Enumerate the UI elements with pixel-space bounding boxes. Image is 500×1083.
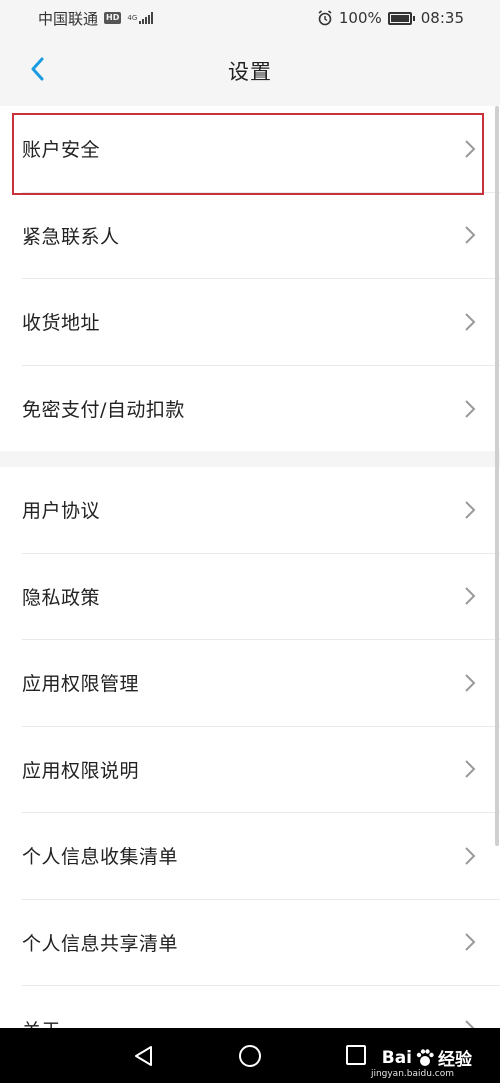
settings-item-user-agreement[interactable]: 用户协议 <box>22 467 500 554</box>
watermark-brand-cn: 经验 <box>438 1050 472 1070</box>
status-bar: 中国联通 HD 4G 100% 08:35 <box>0 0 500 36</box>
settings-item-label: 账户安全 <box>22 139 101 162</box>
alarm-icon <box>318 10 332 26</box>
settings-item-label: 隐私政策 <box>22 586 101 609</box>
chevron-right-icon <box>465 140 476 158</box>
chevron-right-icon <box>465 1020 475 1028</box>
settings-item-label: 免密支付/自动扣款 <box>22 399 185 422</box>
settings-list[interactable]: 账户安全 紧急联系人 收货地址 免密支付/自动扣款 用户协议 隐私政策 应用权限… <box>0 106 500 1028</box>
settings-item-auto-payment[interactable]: 免密支付/自动扣款 <box>22 366 500 453</box>
paw-icon <box>416 1048 434 1066</box>
nav-back-icon[interactable] <box>132 1044 154 1068</box>
header: 设置 <box>0 36 500 106</box>
settings-item-account-security[interactable]: 账户安全 <box>22 106 500 193</box>
settings-group-account: 账户安全 紧急联系人 收货地址 免密支付/自动扣款 <box>0 106 500 451</box>
settings-item-permission-explanation[interactable]: 应用权限说明 <box>22 727 500 813</box>
settings-item-label: 用户协议 <box>22 500 101 523</box>
nav-home-icon[interactable] <box>238 1044 262 1068</box>
status-right: 100% 08:35 <box>317 9 464 27</box>
settings-item-emergency-contact[interactable]: 紧急联系人 <box>22 193 500 279</box>
watermark-logo: Bai 经验 <box>381 1045 472 1071</box>
settings-group-legal: 用户协议 隐私政策 应用权限管理 应用权限说明 个人信息收集清单 个人信息共享清… <box>0 467 500 1028</box>
settings-item-about[interactable]: 关于 <box>22 986 500 1028</box>
navigation-bar: Bai 经验 jingyan.baidu.com <box>0 1028 500 1083</box>
settings-item-label: 收货地址 <box>22 312 101 335</box>
chevron-right-icon <box>465 313 476 331</box>
settings-item-info-collection-list[interactable]: 个人信息收集清单 <box>22 813 500 900</box>
page-title: 设置 <box>228 60 272 84</box>
nav-recent-apps-icon[interactable] <box>345 1044 367 1066</box>
settings-item-info-sharing-list[interactable]: 个人信息共享清单 <box>22 900 500 986</box>
scrollbar[interactable] <box>495 106 499 846</box>
settings-item-label: 应用权限管理 <box>22 673 140 696</box>
settings-item-label: 应用权限说明 <box>22 759 140 782</box>
chevron-right-icon <box>465 674 476 692</box>
signal-icon <box>139 12 154 24</box>
battery-icon <box>387 11 415 25</box>
chevron-right-icon <box>465 760 476 778</box>
settings-item-label: 关于 <box>22 1016 61 1028</box>
settings-item-label: 个人信息共享清单 <box>22 932 179 955</box>
group-divider <box>0 451 500 467</box>
carrier-name: 中国联通 <box>38 9 99 28</box>
network-type: 4G <box>127 13 138 22</box>
chevron-right-icon <box>465 226 476 244</box>
settings-item-privacy-policy[interactable]: 隐私政策 <box>22 554 500 640</box>
battery-percent: 100% <box>338 9 382 27</box>
chevron-right-icon <box>465 400 476 418</box>
chevron-right-icon <box>465 501 476 519</box>
status-left: 中国联通 HD 4G <box>38 8 154 29</box>
watermark-brand: Bai <box>381 1047 412 1068</box>
hd-badge: HD <box>104 12 122 24</box>
settings-item-permission-management[interactable]: 应用权限管理 <box>22 640 500 727</box>
chevron-right-icon <box>465 847 476 865</box>
clock-time: 08:35 <box>420 9 464 27</box>
network-type-label: 4G <box>127 13 138 22</box>
settings-item-label: 紧急联系人 <box>22 225 120 248</box>
chevron-right-icon <box>465 587 476 605</box>
chevron-right-icon <box>465 933 476 951</box>
settings-item-label: 个人信息收集清单 <box>22 846 179 869</box>
watermark-url: jingyan.baidu.com <box>370 1069 454 1079</box>
settings-item-shipping-address[interactable]: 收货地址 <box>22 279 500 366</box>
